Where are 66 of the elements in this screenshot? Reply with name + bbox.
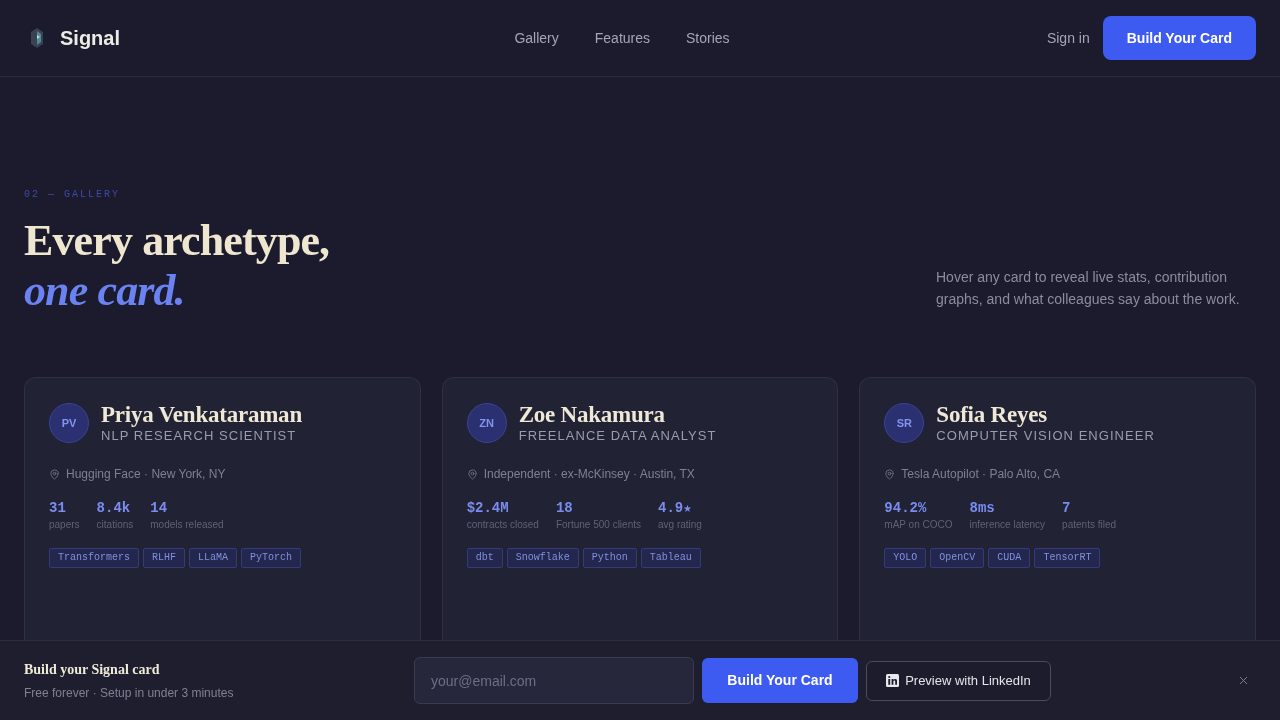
nav-link[interactable]: Stories bbox=[686, 27, 730, 49]
stat-value: 18 bbox=[555, 500, 573, 516]
location-pin-icon bbox=[49, 468, 60, 480]
skill-tag: YOLO bbox=[884, 548, 927, 568]
skill-tag: OpenCV bbox=[930, 548, 985, 568]
section-heading: Every archetype, bbox=[24, 216, 330, 266]
profile-card[interactable]: ZN Zoe Nakamura FREELANCE DATA ANALYST Independent · ex-McKinsey · Austin, TX $2.4M contracts closed 18 Fortune 500 clients 4.9★ avg rating dbt Snowflake Python Tableau bbox=[441, 377, 839, 640]
profile-name: Sofia Reyes bbox=[936, 402, 1047, 428]
avatar-initials: ZN bbox=[466, 403, 507, 443]
logo-icon bbox=[30, 28, 44, 48]
profile-location: Tesla Autopilot · Palo Alto, CA bbox=[901, 466, 1061, 483]
profile-location: Hugging Face · New York, NY bbox=[66, 466, 226, 483]
signup-title: Build your Signal card bbox=[24, 661, 160, 679]
profile-role: NLP RESEARCH SCIENTIST bbox=[101, 428, 297, 444]
email-input[interactable]: your@email.com bbox=[414, 657, 694, 704]
skill-tag: RLHF bbox=[143, 548, 186, 568]
stat-label: contracts closed bbox=[466, 519, 539, 531]
profile-name: Zoe Nakamura bbox=[518, 402, 665, 428]
skill-tag: CUDA bbox=[988, 548, 1031, 568]
stat-label: avg rating bbox=[658, 519, 702, 531]
profile-card[interactable]: PV Priya Venkataraman NLP RESEARCH SCIENTIST Hugging Face · New York, NY 31 papers 8.4k citations 14 models released Transformers RLHF LLaMA PyTorch bbox=[24, 377, 421, 640]
signup-subtitle: Free forever · Setup in under 3 minutes bbox=[24, 685, 234, 702]
skill-tag: TensorRT bbox=[1034, 548, 1101, 568]
profile-card[interactable]: SR Sofia Reyes COMPUTER VISION ENGINEER Tesla Autopilot · Palo Alto, CA 94.2% mAP on COCO 8ms inference latency 7 patents filed YOLO OpenCV CUDA TensorRT bbox=[859, 377, 1256, 640]
profile-location: Independent · ex-McKinsey · Austin, TX bbox=[483, 466, 695, 483]
stat-value: 8ms bbox=[969, 500, 995, 516]
profile-role: FREELANCE DATA ANALYST bbox=[518, 428, 717, 444]
location-pin-icon bbox=[466, 468, 478, 480]
stat-value: $2.4M bbox=[466, 500, 509, 516]
avatar-initials: SR bbox=[884, 403, 925, 443]
section-eyebrow: 02 — GALLERY bbox=[24, 188, 120, 202]
skill-tag: PyTorch bbox=[241, 548, 302, 568]
build-card-button[interactable]: Build Your Card bbox=[1102, 16, 1256, 60]
brand-name[interactable]: Signal bbox=[60, 23, 120, 53]
stat-label: models released bbox=[150, 519, 224, 531]
build-card-submit-button[interactable]: Build Your Card bbox=[702, 658, 858, 703]
skill-tag: Snowflake bbox=[506, 548, 579, 568]
nav-link[interactable]: Gallery bbox=[514, 27, 559, 49]
section-heading-accent: one card. bbox=[24, 266, 185, 316]
profile-role: COMPUTER VISION ENGINEER bbox=[936, 428, 1155, 444]
skill-tag: Tableau bbox=[640, 548, 701, 568]
stat-label: papers bbox=[49, 519, 80, 531]
avatar-initials: PV bbox=[49, 403, 89, 443]
nav-link[interactable]: Features bbox=[594, 27, 650, 49]
stat-label: inference latency bbox=[969, 519, 1046, 531]
stat-value: 4.9★ bbox=[658, 500, 692, 516]
stat-value: 31 bbox=[49, 500, 66, 516]
stat-value: 14 bbox=[150, 500, 168, 516]
stat-label: mAP on COCO bbox=[884, 519, 953, 531]
skill-tag: dbt bbox=[466, 548, 503, 568]
skill-tag: Python bbox=[582, 548, 637, 568]
stat-label: Fortune 500 clients bbox=[555, 519, 641, 531]
section-description: Hover any card to reveal live stats, contribution graphs, and what colleagues say about the work. bbox=[936, 268, 1241, 309]
skill-tag: Transformers bbox=[49, 548, 139, 568]
stat-label: citations bbox=[96, 519, 134, 531]
close-icon[interactable] bbox=[1237, 674, 1250, 687]
linkedin-icon bbox=[886, 674, 900, 687]
stat-value: 7 bbox=[1062, 500, 1071, 516]
stat-label: patents filed bbox=[1062, 519, 1117, 531]
sign-in-link[interactable]: Sign in bbox=[1046, 27, 1090, 49]
stat-value: 8.4k bbox=[96, 500, 131, 516]
skill-tag: LLaMA bbox=[189, 548, 238, 568]
profile-name: Priya Venkataraman bbox=[101, 402, 302, 428]
linkedin-preview-button[interactable]: Preview with LinkedIn bbox=[866, 660, 1051, 701]
location-pin-icon bbox=[884, 468, 896, 480]
stat-value: 94.2% bbox=[884, 500, 927, 516]
